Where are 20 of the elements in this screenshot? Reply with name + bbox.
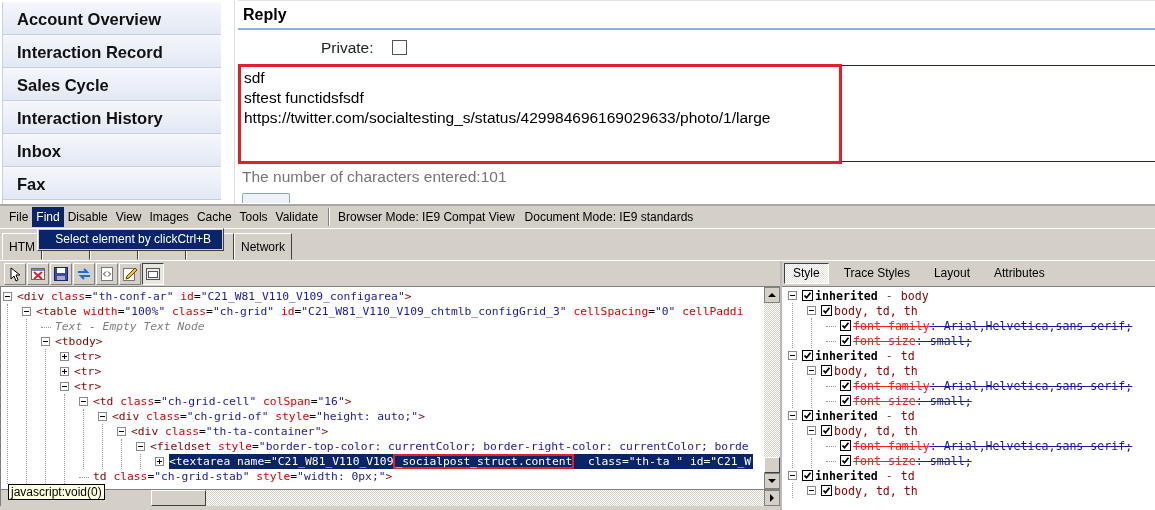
css-property: font-family: Arial,Helvetica,sans-serif; bbox=[853, 438, 1133, 453]
tooltip: javascript:void(0) bbox=[8, 484, 105, 500]
section-title: Reply bbox=[238, 0, 1155, 30]
rule-header: inherited - td bbox=[815, 408, 915, 423]
rule-header: inherited - td bbox=[815, 348, 915, 363]
css-property: font-family: Arial,Helvetica,sans-serif; bbox=[853, 378, 1133, 393]
mode-label: Document Mode: IE9 standards bbox=[524, 210, 694, 224]
rule-header: inherited - td bbox=[815, 468, 915, 483]
character-count: The number of characters entered:101 bbox=[241, 167, 508, 187]
css-property: font-size: small; bbox=[853, 453, 972, 468]
css-property: font-size: small; bbox=[853, 333, 972, 348]
css-property: font-family: Arial,Helvetica,sans-serif; bbox=[853, 318, 1133, 333]
css-selector: body, td, th bbox=[834, 303, 918, 318]
css-property: font-size: small; bbox=[853, 393, 972, 408]
css-selector: body, td, th bbox=[834, 483, 918, 498]
rule-header: inherited - body bbox=[815, 288, 929, 303]
css-selector: body, td, th bbox=[834, 423, 918, 438]
checkbox-label: Private: bbox=[321, 38, 374, 57]
css-selector: body, td, th bbox=[834, 363, 918, 378]
mode-label: Browser Mode: IE9 Compat View bbox=[338, 210, 515, 224]
